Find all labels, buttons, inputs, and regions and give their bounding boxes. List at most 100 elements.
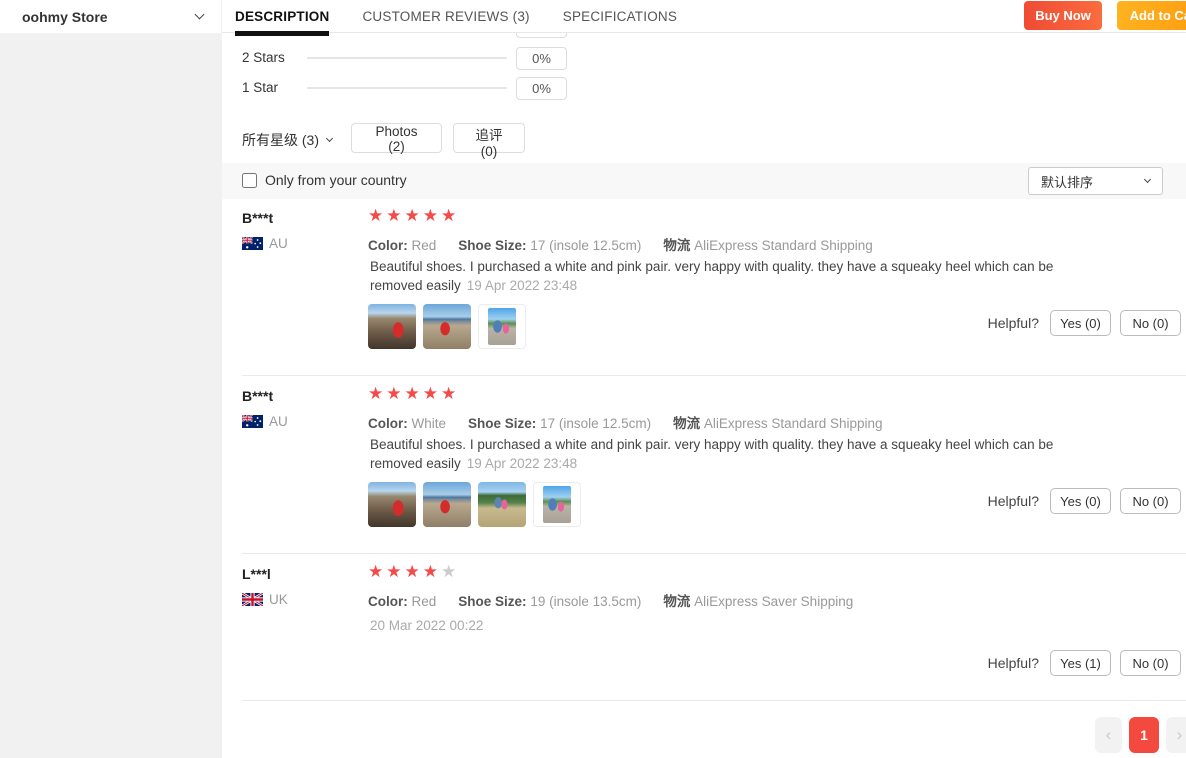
review-item: L***l UK ★★★★★ Color: Red Shoe Size: 19 (… <box>242 561 1186 731</box>
review-photo[interactable] <box>478 304 526 349</box>
review-item: B***t AU ★★★★★ Color: RedShoe Size: 17 <box>242 205 1186 375</box>
add-to-cart-button[interactable]: Add to Cart <box>1117 1 1186 30</box>
pagination-page-1-button[interactable]: 1 <box>1129 717 1159 753</box>
sort-dropdown[interactable]: 默认排序 <box>1028 167 1163 195</box>
left-sidebar-panel <box>0 33 222 758</box>
review-text: Beautiful shoes. I purchased a white and… <box>370 436 1065 473</box>
review-sku-details: Color: Red Shoe Size: 17 (insole 12.5cm) 物… <box>368 234 895 254</box>
store-selector[interactable]: oohmy Store <box>0 0 222 33</box>
review-divider <box>242 375 1186 376</box>
color-value: Red <box>411 238 437 253</box>
only-country-checkbox[interactable] <box>242 172 257 188</box>
star-rating: ★★★★★ <box>368 385 459 402</box>
color-label: Color: <box>368 594 408 609</box>
review-item: B***t AU ★★★★★ Color: White Shoe Size: 1… <box>242 383 1186 553</box>
chevron-left-icon: ‹ <box>1105 725 1112 744</box>
reviewer-name: B***t <box>242 210 274 226</box>
chevron-down-icon <box>1143 175 1152 183</box>
filter-photos-button[interactable]: Photos (2) <box>351 123 442 154</box>
review-page: oohmy Store DESCRIPTION CUSTOMER REVIEWS… <box>0 0 1186 758</box>
size-label: Shoe Size: <box>458 594 527 609</box>
top-bar: oohmy Store DESCRIPTION CUSTOMER REVIEWS… <box>0 0 1186 36</box>
country-code: AU <box>269 414 288 429</box>
tab-specifications[interactable]: SPECIFICATIONS <box>563 0 677 33</box>
logistics-value: AliExpress Standard Shipping <box>694 238 873 253</box>
review-sku-details: Color: White Shoe Size: 17 (insole 12.5cm… <box>368 412 905 432</box>
review-sku-details: Color: Red Shoe Size: 19 (insole 13.5cm) 物… <box>368 590 875 610</box>
flag-uk-icon <box>242 593 263 606</box>
review-body: ★★★★★ Color: White Shoe Size: 17 (insole … <box>368 383 1186 553</box>
color-label: Color: <box>368 238 408 253</box>
review-photo-inner <box>543 486 571 523</box>
review-body: ★★★★★ Color: Red Shoe Size: 19 (insole 13… <box>368 561 1186 731</box>
reviewer-country: AU <box>242 414 288 429</box>
review-photo[interactable] <box>533 482 581 527</box>
size-value: 17 (insole 12.5cm) <box>530 238 642 253</box>
review-divider <box>242 553 1186 554</box>
review-text: Beautiful shoes. I purchased a white and… <box>370 258 1065 295</box>
review-photo[interactable] <box>368 304 416 349</box>
helpful-yes-button[interactable]: Yes (0) <box>1050 310 1111 336</box>
review-photo-inner <box>488 308 516 345</box>
review-photos <box>368 304 526 349</box>
size-label: Shoe Size: <box>468 416 537 431</box>
filter-followup-button[interactable]: 追评(0) <box>453 123 525 159</box>
helpful-label: Helpful? <box>987 315 1039 331</box>
rating-percent-box-partial <box>516 33 567 38</box>
reviews-content: 2 Stars 0% 1 Star 0% 所有星级 (3) Photos (2)… <box>222 33 1186 758</box>
review-photo[interactable] <box>423 304 471 349</box>
stars-filled: ★★★★ <box>368 562 441 581</box>
sort-selected-value: 默认排序 <box>1041 174 1094 190</box>
rating-percent-box: 0% <box>516 77 567 100</box>
stars-filled: ★★★★★ <box>368 384 460 403</box>
only-country-checkbox-row[interactable]: Only from your country <box>242 172 407 188</box>
review-date: 19 Apr 2022 23:48 <box>466 277 578 293</box>
chevron-down-icon <box>325 134 334 142</box>
review-date: 19 Apr 2022 23:48 <box>466 455 578 471</box>
star-filter-label: 所有星级 (3) <box>242 132 319 148</box>
reviewer-name: B***t <box>242 388 274 404</box>
rating-bar-label: 2 Stars <box>242 50 285 65</box>
flag-au-icon <box>242 415 263 428</box>
product-tabs: DESCRIPTION CUSTOMER REVIEWS (3) SPECIFI… <box>235 0 677 36</box>
helpful-label: Helpful? <box>987 655 1039 671</box>
only-country-label: Only from your country <box>265 172 407 188</box>
helpful-controls: Helpful? Yes (0) No (0) <box>988 488 1181 514</box>
review-divider <box>242 700 1186 701</box>
logistics-label: 物流 <box>673 416 701 431</box>
chevron-right-icon: › <box>1176 725 1183 744</box>
helpful-yes-button[interactable]: Yes (0) <box>1050 488 1111 514</box>
color-value: White <box>411 416 447 431</box>
filter-band: Only from your country 默认排序 <box>222 163 1186 199</box>
pagination-next-button[interactable]: › <box>1166 717 1186 753</box>
review-body: ★★★★★ Color: Red Shoe Size: 17 (insole 12… <box>368 205 1186 375</box>
rating-bar-track <box>307 87 507 89</box>
star-filter-dropdown[interactable]: 所有星级 (3) <box>242 130 334 150</box>
buy-now-button[interactable]: Buy Now <box>1024 1 1102 30</box>
size-value: 17 (insole 12.5cm) <box>540 416 652 431</box>
review-photo[interactable] <box>368 482 416 527</box>
helpful-no-button[interactable]: No (0) <box>1120 310 1181 336</box>
pagination-prev-button[interactable]: ‹ <box>1095 717 1122 753</box>
reviewer-country: UK <box>242 592 288 607</box>
helpful-no-button[interactable]: No (0) <box>1120 650 1181 676</box>
tab-description[interactable]: DESCRIPTION <box>235 0 330 36</box>
store-name: oohmy Store <box>22 8 108 25</box>
review-photo[interactable] <box>423 482 471 527</box>
helpful-yes-button[interactable]: Yes (1) <box>1050 650 1111 676</box>
flag-au-icon <box>242 237 263 250</box>
review-photo[interactable] <box>478 482 526 527</box>
rating-bar-track <box>307 57 507 59</box>
chevron-down-icon <box>194 9 205 20</box>
color-label: Color: <box>368 416 408 431</box>
reviewer-country: AU <box>242 236 288 251</box>
star-rating: ★★★★★ <box>368 563 459 580</box>
helpful-controls: Helpful? Yes (0) No (0) <box>988 310 1181 336</box>
tab-customer-reviews[interactable]: CUSTOMER REVIEWS (3) <box>362 0 529 33</box>
size-value: 19 (insole 13.5cm) <box>530 594 642 609</box>
stars-filled: ★★★★★ <box>368 206 460 225</box>
country-code: AU <box>269 236 288 251</box>
country-code: UK <box>269 592 288 607</box>
rating-percent-box: 0% <box>516 47 567 70</box>
helpful-no-button[interactable]: No (0) <box>1120 488 1181 514</box>
